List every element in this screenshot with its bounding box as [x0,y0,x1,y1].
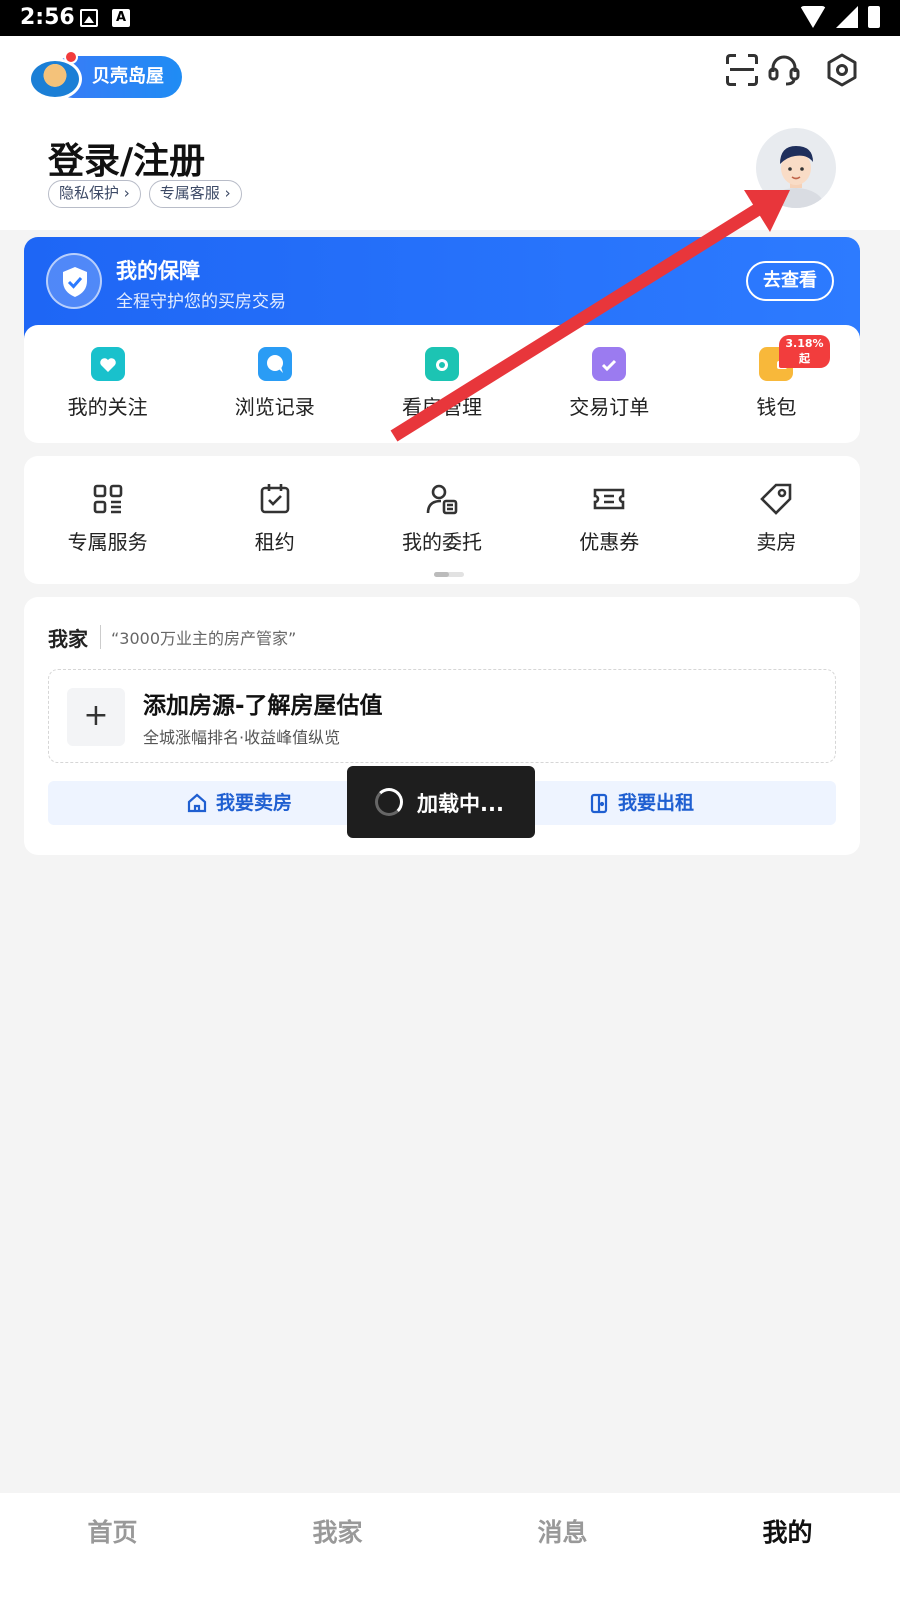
tab-mine[interactable]: 我的 [675,1493,900,1600]
notification-dot [64,50,78,64]
tab-home[interactable]: 首页 [0,1493,225,1600]
heart-house-icon [90,347,125,381]
wallet-item[interactable]: 3.18%起 钱包 [693,335,860,420]
view-guarantee-button[interactable]: 去查看 [746,261,834,301]
house-icon [187,793,207,813]
login-register-link[interactable]: 登录/注册 [48,132,205,184]
browse-history-item[interactable]: 浏览记录 [191,347,358,420]
services-card: 专属服务 租约 我的委托 优惠券 卖房 [24,456,860,584]
door-icon [590,793,608,814]
battery-icon [868,6,880,28]
loading-text: 加载中... [417,792,504,816]
customer-service-chip[interactable]: 专属客服 › [148,180,242,208]
my-entrust-item[interactable]: 我的委托 [358,482,525,555]
clipboard-check-icon [592,347,627,381]
shield-check-icon [46,253,102,309]
person-document-icon [425,482,459,516]
privacy-chip[interactable]: 隐私保护 › [48,180,141,208]
avatar[interactable] [756,128,836,208]
coupon-item[interactable]: 优惠券 [526,482,693,555]
grid-apps-icon [91,482,125,516]
calendar-check-icon [258,482,292,516]
text-notification-icon: A [112,9,130,27]
wallet-rate-badge: 3.18%起 [779,335,830,368]
camera-icon [425,347,459,381]
settings-icon[interactable] [824,52,860,88]
add-property-subtitle: 全城涨幅排名·收益峰值纵览 [143,728,341,747]
my-home-title: 我家 [48,627,88,651]
tab-my-home[interactable]: 我家 [225,1493,450,1600]
rent-out-button[interactable]: 我要出租 [588,781,694,825]
my-favorites-item[interactable]: 我的关注 [24,347,191,420]
scan-icon[interactable] [724,52,760,88]
island-logo-icon [28,58,82,100]
guarantee-subtitle: 全程守护您的买房交易 [116,292,286,312]
photo-notification-icon [80,9,98,27]
price-tag-icon [759,482,793,516]
add-property-box[interactable]: + 添加房源-了解房屋估值 全城涨幅排名·收益峰值纵览 [48,669,836,763]
lease-item[interactable]: 租约 [191,482,358,555]
loading-spinner-icon [375,788,403,816]
viewing-management-item[interactable]: 看房管理 [358,347,525,420]
bottom-tab-bar: 首页 我家 消息 我的 [0,1493,900,1600]
page-indicator [434,572,464,577]
exclusive-service-item[interactable]: 专属服务 [24,482,191,555]
guarantee-title: 我的保障 [116,259,200,283]
customer-service-icon[interactable] [766,52,802,88]
status-bar: 2:56 A [0,0,900,36]
chat-bubble-icon [257,347,292,381]
signal-icon [836,6,858,28]
add-property-title: 添加房源-了解房屋估值 [143,693,383,719]
app-logo[interactable]: 贝壳岛屋 [28,50,184,100]
sell-house-button[interactable]: 我要卖房 [186,781,292,825]
tab-messages[interactable]: 消息 [450,1493,675,1600]
wifi-icon [800,6,826,28]
sell-house-item[interactable]: 卖房 [693,482,860,555]
trade-orders-item[interactable]: 交易订单 [526,347,693,420]
loading-toast: 加载中... [347,766,535,838]
ticket-icon [592,482,626,516]
my-home-slogan: “3000万业主的房产管家” [100,625,296,649]
plus-icon: + [67,688,125,746]
quick-items-card: 我的关注 浏览记录 看房管理 交易订单 3.18%起 钱包 [24,325,860,443]
wallet-icon: 3.18%起 [759,335,830,381]
status-time: 2:56 [20,5,75,30]
profile-header: 贝壳岛屋 登录/注册 隐私保护 › 专属客服 › [0,36,900,230]
